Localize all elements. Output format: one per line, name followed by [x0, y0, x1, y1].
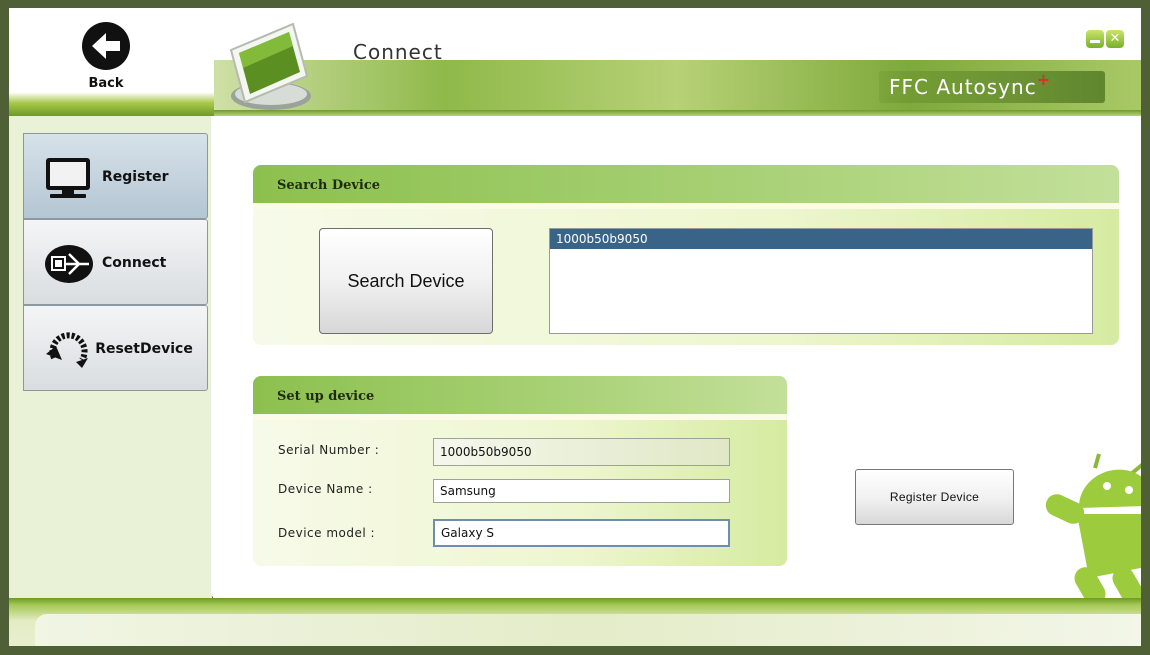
close-button[interactable]: ✕ [1106, 30, 1124, 48]
device-list[interactable]: 1000b50b9050 [549, 228, 1093, 334]
sidebar-item-reset-device[interactable]: Reset Device [23, 305, 208, 391]
main-content: Search Device Search Device 1000b50b9050… [211, 116, 1141, 603]
app-window: Back Connect FFC Autosync+ ✕ Register Co… [0, 0, 1150, 655]
device-model-label: Device model : [278, 526, 376, 540]
device-model-field[interactable] [433, 519, 730, 547]
reset-arrow-icon [46, 332, 88, 368]
back-button[interactable]: Back [71, 22, 141, 102]
sidebar-item-connect[interactable]: Connect [23, 219, 208, 305]
footer-panel [35, 614, 1141, 646]
plug-icon [45, 245, 93, 283]
sidebar-item-label: Connect [102, 255, 167, 271]
sidebar-item-label-line1: Reset [95, 341, 140, 357]
computer-monitor-icon [46, 158, 90, 198]
panel-title: Search Device [253, 165, 1119, 209]
header: Back Connect FFC Autosync+ ✕ [9, 8, 1141, 116]
register-device-button[interactable]: Register Device [855, 469, 1014, 525]
sidebar-item-label: Register [102, 169, 169, 185]
search-device-button[interactable]: Search Device [319, 228, 493, 334]
search-device-panel: Search Device Search Device 1000b50b9050 [253, 165, 1119, 345]
sidebar-item-register[interactable]: Register [23, 133, 208, 219]
footer [9, 598, 1141, 646]
device-name-label: Device Name : [278, 482, 373, 496]
back-arrow-icon [82, 22, 130, 70]
back-label: Back [88, 76, 124, 91]
page-title: Connect [353, 40, 443, 64]
brand-logo: FFC Autosync+ [879, 70, 1105, 103]
sidebar-item-label-line2: Device [139, 341, 193, 357]
device-name-field[interactable] [433, 479, 730, 503]
sidebar: Register Connect Reset Device [18, 121, 214, 603]
monitor-icon [229, 22, 311, 110]
back-area: Back [9, 8, 214, 116]
serial-number-field[interactable] [433, 438, 730, 466]
brand-plus-mark: + [1036, 70, 1052, 89]
android-robot-icon [1045, 453, 1141, 598]
minimize-button[interactable] [1086, 30, 1104, 48]
panel-title: Set up device [253, 376, 787, 420]
serial-number-label: Serial Number : [278, 443, 380, 457]
sidebar-item-label: Reset Device [95, 306, 193, 392]
set-up-device-panel: Set up device Serial Number : Device Nam… [253, 376, 787, 566]
close-icon: ✕ [1109, 31, 1121, 46]
list-item[interactable]: 1000b50b9050 [550, 229, 1092, 249]
brand-name: FFC Autosync [889, 75, 1037, 99]
